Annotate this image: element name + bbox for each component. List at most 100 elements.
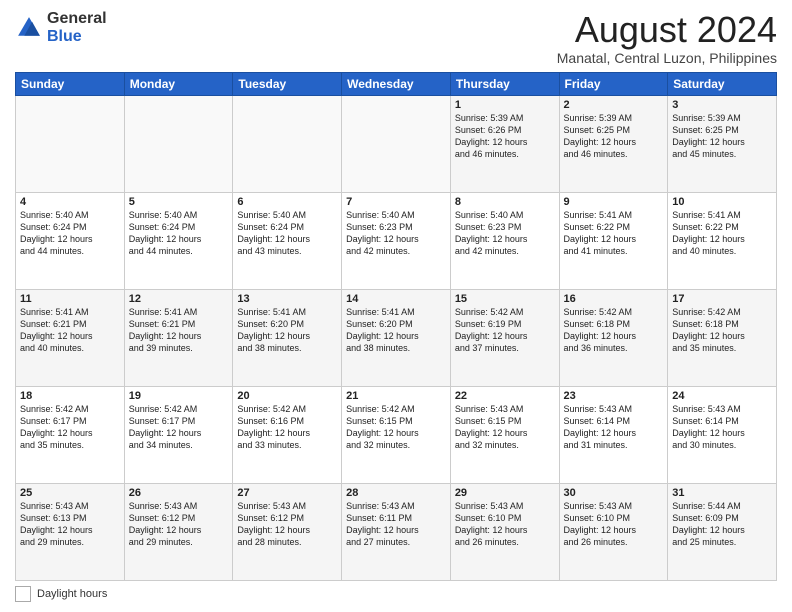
day-info: Sunrise: 5:41 AM Sunset: 6:21 PM Dayligh… [20,306,120,355]
day-info: Sunrise: 5:43 AM Sunset: 6:12 PM Dayligh… [129,500,229,549]
day-info: Sunrise: 5:41 AM Sunset: 6:22 PM Dayligh… [672,209,772,258]
calendar-cell: 16Sunrise: 5:42 AM Sunset: 6:18 PM Dayli… [559,289,668,386]
logo-general: General [47,10,107,27]
main-title: August 2024 [557,10,777,50]
calendar-header-sunday: Sunday [16,72,125,95]
day-number: 10 [672,196,772,208]
day-info: Sunrise: 5:43 AM Sunset: 6:11 PM Dayligh… [346,500,446,549]
day-info: Sunrise: 5:42 AM Sunset: 6:19 PM Dayligh… [455,306,555,355]
calendar-cell: 31Sunrise: 5:44 AM Sunset: 6:09 PM Dayli… [668,483,777,580]
calendar-cell: 7Sunrise: 5:40 AM Sunset: 6:23 PM Daylig… [342,192,451,289]
calendar-cell: 1Sunrise: 5:39 AM Sunset: 6:26 PM Daylig… [450,95,559,192]
calendar-cell: 29Sunrise: 5:43 AM Sunset: 6:10 PM Dayli… [450,483,559,580]
calendar-header-friday: Friday [559,72,668,95]
calendar-cell: 22Sunrise: 5:43 AM Sunset: 6:15 PM Dayli… [450,386,559,483]
day-number: 7 [346,196,446,208]
day-number: 28 [346,487,446,499]
day-number: 3 [672,99,772,111]
day-info: Sunrise: 5:40 AM Sunset: 6:23 PM Dayligh… [455,209,555,258]
generalblue-logo-icon [15,14,43,42]
day-number: 15 [455,293,555,305]
day-info: Sunrise: 5:43 AM Sunset: 6:14 PM Dayligh… [672,403,772,452]
calendar-cell: 24Sunrise: 5:43 AM Sunset: 6:14 PM Dayli… [668,386,777,483]
day-info: Sunrise: 5:42 AM Sunset: 6:17 PM Dayligh… [20,403,120,452]
calendar-cell: 5Sunrise: 5:40 AM Sunset: 6:24 PM Daylig… [124,192,233,289]
logo: General Blue [15,10,107,45]
calendar-cell: 8Sunrise: 5:40 AM Sunset: 6:23 PM Daylig… [450,192,559,289]
day-info: Sunrise: 5:41 AM Sunset: 6:20 PM Dayligh… [346,306,446,355]
calendar-cell: 3Sunrise: 5:39 AM Sunset: 6:25 PM Daylig… [668,95,777,192]
footer: Daylight hours [15,586,777,602]
calendar-cell: 30Sunrise: 5:43 AM Sunset: 6:10 PM Dayli… [559,483,668,580]
day-info: Sunrise: 5:43 AM Sunset: 6:13 PM Dayligh… [20,500,120,549]
daylight-label: Daylight hours [37,588,107,600]
title-block: August 2024 Manatal, Central Luzon, Phil… [557,10,777,66]
calendar-cell: 14Sunrise: 5:41 AM Sunset: 6:20 PM Dayli… [342,289,451,386]
day-info: Sunrise: 5:42 AM Sunset: 6:17 PM Dayligh… [129,403,229,452]
day-number: 19 [129,390,229,402]
calendar-cell: 4Sunrise: 5:40 AM Sunset: 6:24 PM Daylig… [16,192,125,289]
calendar-cell [16,95,125,192]
day-info: Sunrise: 5:41 AM Sunset: 6:21 PM Dayligh… [129,306,229,355]
day-info: Sunrise: 5:42 AM Sunset: 6:15 PM Dayligh… [346,403,446,452]
calendar-cell: 23Sunrise: 5:43 AM Sunset: 6:14 PM Dayli… [559,386,668,483]
day-number: 13 [237,293,337,305]
day-number: 30 [564,487,664,499]
subtitle: Manatal, Central Luzon, Philippines [557,50,777,66]
calendar-header-monday: Monday [124,72,233,95]
calendar-header-wednesday: Wednesday [342,72,451,95]
calendar-cell: 15Sunrise: 5:42 AM Sunset: 6:19 PM Dayli… [450,289,559,386]
day-info: Sunrise: 5:43 AM Sunset: 6:12 PM Dayligh… [237,500,337,549]
calendar-cell: 20Sunrise: 5:42 AM Sunset: 6:16 PM Dayli… [233,386,342,483]
day-info: Sunrise: 5:39 AM Sunset: 6:25 PM Dayligh… [672,112,772,161]
calendar-cell [124,95,233,192]
day-number: 17 [672,293,772,305]
calendar-cell: 12Sunrise: 5:41 AM Sunset: 6:21 PM Dayli… [124,289,233,386]
day-info: Sunrise: 5:40 AM Sunset: 6:24 PM Dayligh… [20,209,120,258]
day-number: 21 [346,390,446,402]
day-info: Sunrise: 5:42 AM Sunset: 6:18 PM Dayligh… [672,306,772,355]
day-number: 29 [455,487,555,499]
calendar-cell [233,95,342,192]
calendar-week-4: 18Sunrise: 5:42 AM Sunset: 6:17 PM Dayli… [16,386,777,483]
calendar-cell: 10Sunrise: 5:41 AM Sunset: 6:22 PM Dayli… [668,192,777,289]
calendar-header-saturday: Saturday [668,72,777,95]
calendar-cell: 11Sunrise: 5:41 AM Sunset: 6:21 PM Dayli… [16,289,125,386]
calendar-cell: 13Sunrise: 5:41 AM Sunset: 6:20 PM Dayli… [233,289,342,386]
day-number: 27 [237,487,337,499]
calendar-table: SundayMondayTuesdayWednesdayThursdayFrid… [15,72,777,581]
calendar-cell: 17Sunrise: 5:42 AM Sunset: 6:18 PM Dayli… [668,289,777,386]
calendar-cell: 9Sunrise: 5:41 AM Sunset: 6:22 PM Daylig… [559,192,668,289]
day-number: 5 [129,196,229,208]
calendar-week-1: 1Sunrise: 5:39 AM Sunset: 6:26 PM Daylig… [16,95,777,192]
day-info: Sunrise: 5:40 AM Sunset: 6:23 PM Dayligh… [346,209,446,258]
day-number: 9 [564,196,664,208]
calendar-header-thursday: Thursday [450,72,559,95]
calendar-week-3: 11Sunrise: 5:41 AM Sunset: 6:21 PM Dayli… [16,289,777,386]
day-info: Sunrise: 5:43 AM Sunset: 6:10 PM Dayligh… [564,500,664,549]
day-number: 6 [237,196,337,208]
calendar-cell: 27Sunrise: 5:43 AM Sunset: 6:12 PM Dayli… [233,483,342,580]
calendar-cell: 26Sunrise: 5:43 AM Sunset: 6:12 PM Dayli… [124,483,233,580]
day-number: 1 [455,99,555,111]
day-number: 11 [20,293,120,305]
day-info: Sunrise: 5:43 AM Sunset: 6:14 PM Dayligh… [564,403,664,452]
daylight-box [15,586,31,602]
day-number: 24 [672,390,772,402]
calendar-header-tuesday: Tuesday [233,72,342,95]
calendar-cell: 2Sunrise: 5:39 AM Sunset: 6:25 PM Daylig… [559,95,668,192]
calendar-cell: 28Sunrise: 5:43 AM Sunset: 6:11 PM Dayli… [342,483,451,580]
day-info: Sunrise: 5:42 AM Sunset: 6:16 PM Dayligh… [237,403,337,452]
logo-blue: Blue [47,28,82,45]
day-number: 31 [672,487,772,499]
day-info: Sunrise: 5:42 AM Sunset: 6:18 PM Dayligh… [564,306,664,355]
day-number: 14 [346,293,446,305]
day-number: 22 [455,390,555,402]
calendar-cell: 21Sunrise: 5:42 AM Sunset: 6:15 PM Dayli… [342,386,451,483]
day-info: Sunrise: 5:41 AM Sunset: 6:20 PM Dayligh… [237,306,337,355]
day-number: 12 [129,293,229,305]
calendar-cell: 6Sunrise: 5:40 AM Sunset: 6:24 PM Daylig… [233,192,342,289]
calendar-cell: 18Sunrise: 5:42 AM Sunset: 6:17 PM Dayli… [16,386,125,483]
calendar-cell [342,95,451,192]
page: General Blue August 2024 Manatal, Centra… [0,0,792,612]
